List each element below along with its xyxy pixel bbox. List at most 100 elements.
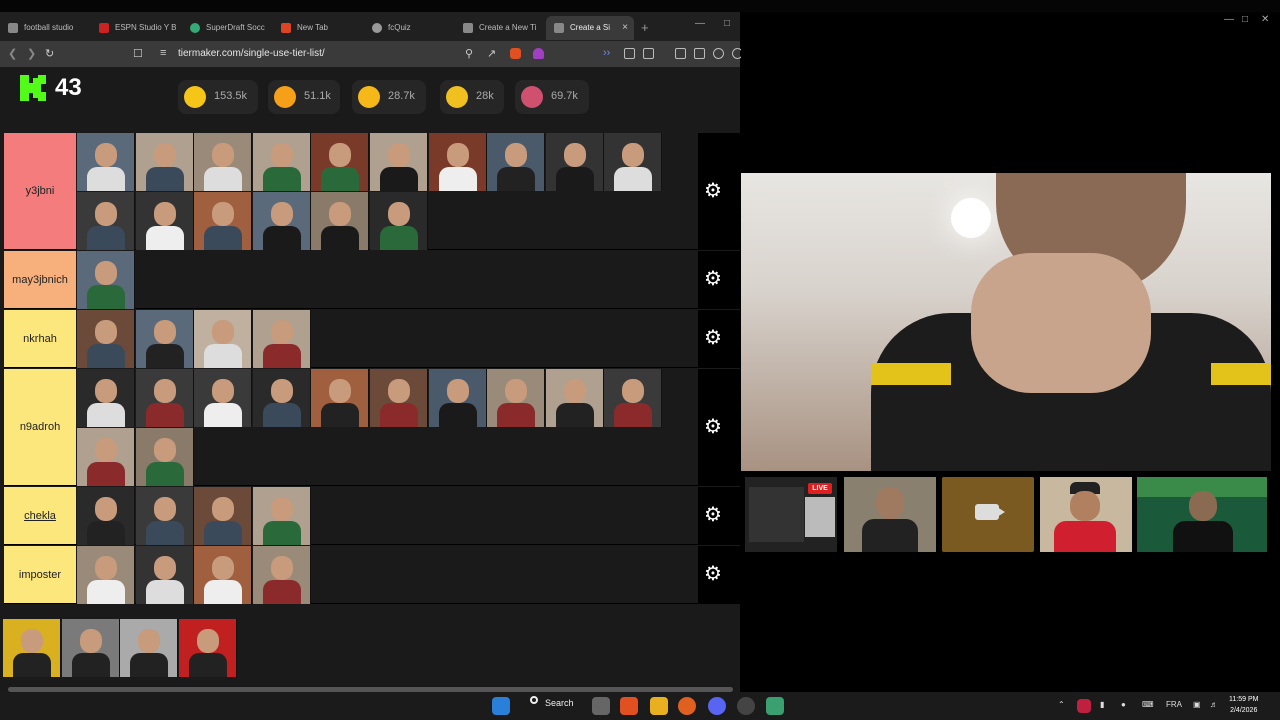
tier-item-thumbnail[interactable]: [194, 191, 253, 250]
tab-fcquiz[interactable]: fcQuiz: [364, 16, 454, 40]
tray-app-icon[interactable]: [1077, 699, 1091, 713]
settings-icon[interactable]: [737, 697, 755, 715]
tab-new-tab[interactable]: New Tab: [273, 16, 363, 40]
close-tab-icon[interactable]: ×: [622, 16, 628, 40]
tier-item-thumbnail[interactable]: [77, 310, 135, 368]
brave-icon[interactable]: [620, 697, 638, 715]
gear-icon[interactable]: ⚙: [704, 564, 722, 584]
reload-icon[interactable]: ↻: [45, 47, 54, 60]
screenshot-icon[interactable]: [643, 48, 654, 59]
tier-item-thumbnail[interactable]: [77, 369, 135, 427]
reaction-raised-hands[interactable]: 28k: [440, 80, 504, 114]
search-icon[interactable]: [530, 696, 538, 704]
windows-start-icon[interactable]: [492, 697, 510, 715]
wallet-icon[interactable]: [694, 48, 705, 59]
back-icon[interactable]: ❮: [8, 47, 17, 60]
maximize-icon[interactable]: □: [724, 18, 730, 29]
extensions-icon[interactable]: [624, 48, 635, 59]
tier-label[interactable]: may3jbnich: [4, 251, 76, 308]
tier-item-thumbnail[interactable]: [370, 133, 428, 191]
participant-tile[interactable]: [1137, 477, 1267, 552]
vpn-icon[interactable]: [713, 48, 724, 59]
share-icon[interactable]: ↗: [487, 47, 496, 60]
tier-item-thumbnail[interactable]: [370, 369, 428, 427]
tier-item-thumbnail[interactable]: [311, 191, 370, 250]
tier-item-thumbnail[interactable]: [545, 369, 604, 427]
tier-item-thumbnail[interactable]: [77, 487, 135, 545]
gear-icon[interactable]: ⚙: [704, 269, 722, 289]
tier-item-thumbnail[interactable]: [252, 310, 311, 368]
tier-item-thumbnail[interactable]: [194, 546, 253, 604]
tab-create-single[interactable]: Create a Si ×: [546, 16, 634, 40]
tier-item-thumbnail[interactable]: [135, 191, 194, 250]
unranked-item-thumbnail[interactable]: [61, 619, 120, 677]
tab-espn-studio[interactable]: ESPN Studio Y B: [91, 16, 181, 40]
minimize-icon[interactable]: —: [695, 18, 705, 29]
camera-off-tile[interactable]: [942, 477, 1034, 552]
reaction-poop[interactable]: 69.7k: [515, 80, 589, 114]
tier-item-thumbnail[interactable]: [77, 133, 135, 191]
participant-tile[interactable]: [844, 477, 936, 552]
tier-item-thumbnail[interactable]: [545, 133, 604, 191]
app-icon[interactable]: [766, 697, 784, 715]
tier-item-thumbnail[interactable]: [252, 487, 311, 545]
zoom-icon[interactable]: ⚲: [465, 47, 473, 60]
tier-item-thumbnail[interactable]: [135, 487, 194, 545]
tab-football-studio[interactable]: football studio: [0, 16, 90, 40]
tier-item-thumbnail[interactable]: [370, 191, 428, 250]
leo-icon[interactable]: ››: [603, 47, 610, 59]
tier-item-thumbnail[interactable]: [311, 133, 370, 191]
tier-item-thumbnail[interactable]: [194, 133, 253, 191]
tray-chevron-icon[interactable]: ⌃: [1058, 700, 1065, 709]
tier-label[interactable]: y3jbni: [4, 133, 76, 249]
bookmark-icon[interactable]: ☐: [133, 47, 143, 60]
unranked-item-thumbnail[interactable]: [3, 619, 61, 677]
unranked-item-thumbnail[interactable]: [120, 619, 179, 677]
brave-rewards-icon[interactable]: [533, 48, 544, 59]
tier-item-thumbnail[interactable]: [428, 133, 487, 191]
tier-item-thumbnail[interactable]: [604, 369, 663, 427]
tier-label[interactable]: n9adroh: [4, 369, 76, 485]
tier-item-thumbnail[interactable]: [252, 133, 311, 191]
tier-item-thumbnail[interactable]: [135, 427, 194, 486]
firefox-icon[interactable]: [678, 697, 696, 715]
language-indicator[interactable]: FRA: [1166, 700, 1182, 709]
tier-label[interactable]: nkrhah: [4, 310, 76, 367]
file-explorer-icon[interactable]: [650, 697, 668, 715]
tier-item-thumbnail[interactable]: [77, 191, 135, 250]
tier-item-thumbnail[interactable]: [135, 369, 194, 427]
tier-label[interactable]: imposter: [4, 546, 76, 603]
microphone-icon[interactable]: ●: [1121, 700, 1126, 709]
tab-superdraft[interactable]: SuperDraft Socc: [182, 16, 272, 40]
task-view-icon[interactable]: [592, 697, 610, 715]
tier-item-thumbnail[interactable]: [252, 369, 311, 427]
brave-shield-icon[interactable]: [510, 48, 521, 59]
unranked-item-thumbnail[interactable]: [178, 619, 237, 677]
tier-item-thumbnail[interactable]: [252, 546, 311, 604]
network-icon[interactable]: ▣: [1193, 700, 1201, 709]
volume-icon[interactable]: ♬: [1210, 700, 1218, 709]
tier-item-thumbnail[interactable]: [77, 546, 135, 604]
gear-icon[interactable]: ⚙: [704, 181, 722, 201]
participant-tile[interactable]: [1040, 477, 1132, 552]
tier-label[interactable]: chekla: [4, 487, 76, 544]
sidebar-icon[interactable]: [675, 48, 686, 59]
tier-item-thumbnail[interactable]: [428, 369, 487, 427]
tier-item-thumbnail[interactable]: [604, 133, 663, 191]
clock[interactable]: 11:59 PM 2/4/2026: [1229, 694, 1258, 716]
tier-item-thumbnail[interactable]: [194, 310, 253, 368]
tier-item-thumbnail[interactable]: [135, 310, 194, 368]
keyboard-icon[interactable]: ⌨: [1142, 700, 1154, 709]
reaction-heart-eyes[interactable]: 51.1k: [268, 80, 340, 114]
tray-device-icon[interactable]: ▮: [1100, 700, 1104, 709]
gear-icon[interactable]: ⚙: [704, 328, 722, 348]
maximize-icon[interactable]: □: [1242, 14, 1248, 25]
new-tab-button[interactable]: +: [641, 20, 649, 35]
tier-item-thumbnail[interactable]: [135, 546, 194, 604]
close-icon[interactable]: ✕: [1261, 14, 1269, 25]
tier-item-thumbnail[interactable]: [194, 369, 253, 427]
forward-icon[interactable]: ❯: [27, 47, 36, 60]
discord-icon[interactable]: [708, 697, 726, 715]
tier-item-thumbnail[interactable]: [77, 251, 135, 309]
reaction-laughing[interactable]: 28.7k: [352, 80, 426, 114]
